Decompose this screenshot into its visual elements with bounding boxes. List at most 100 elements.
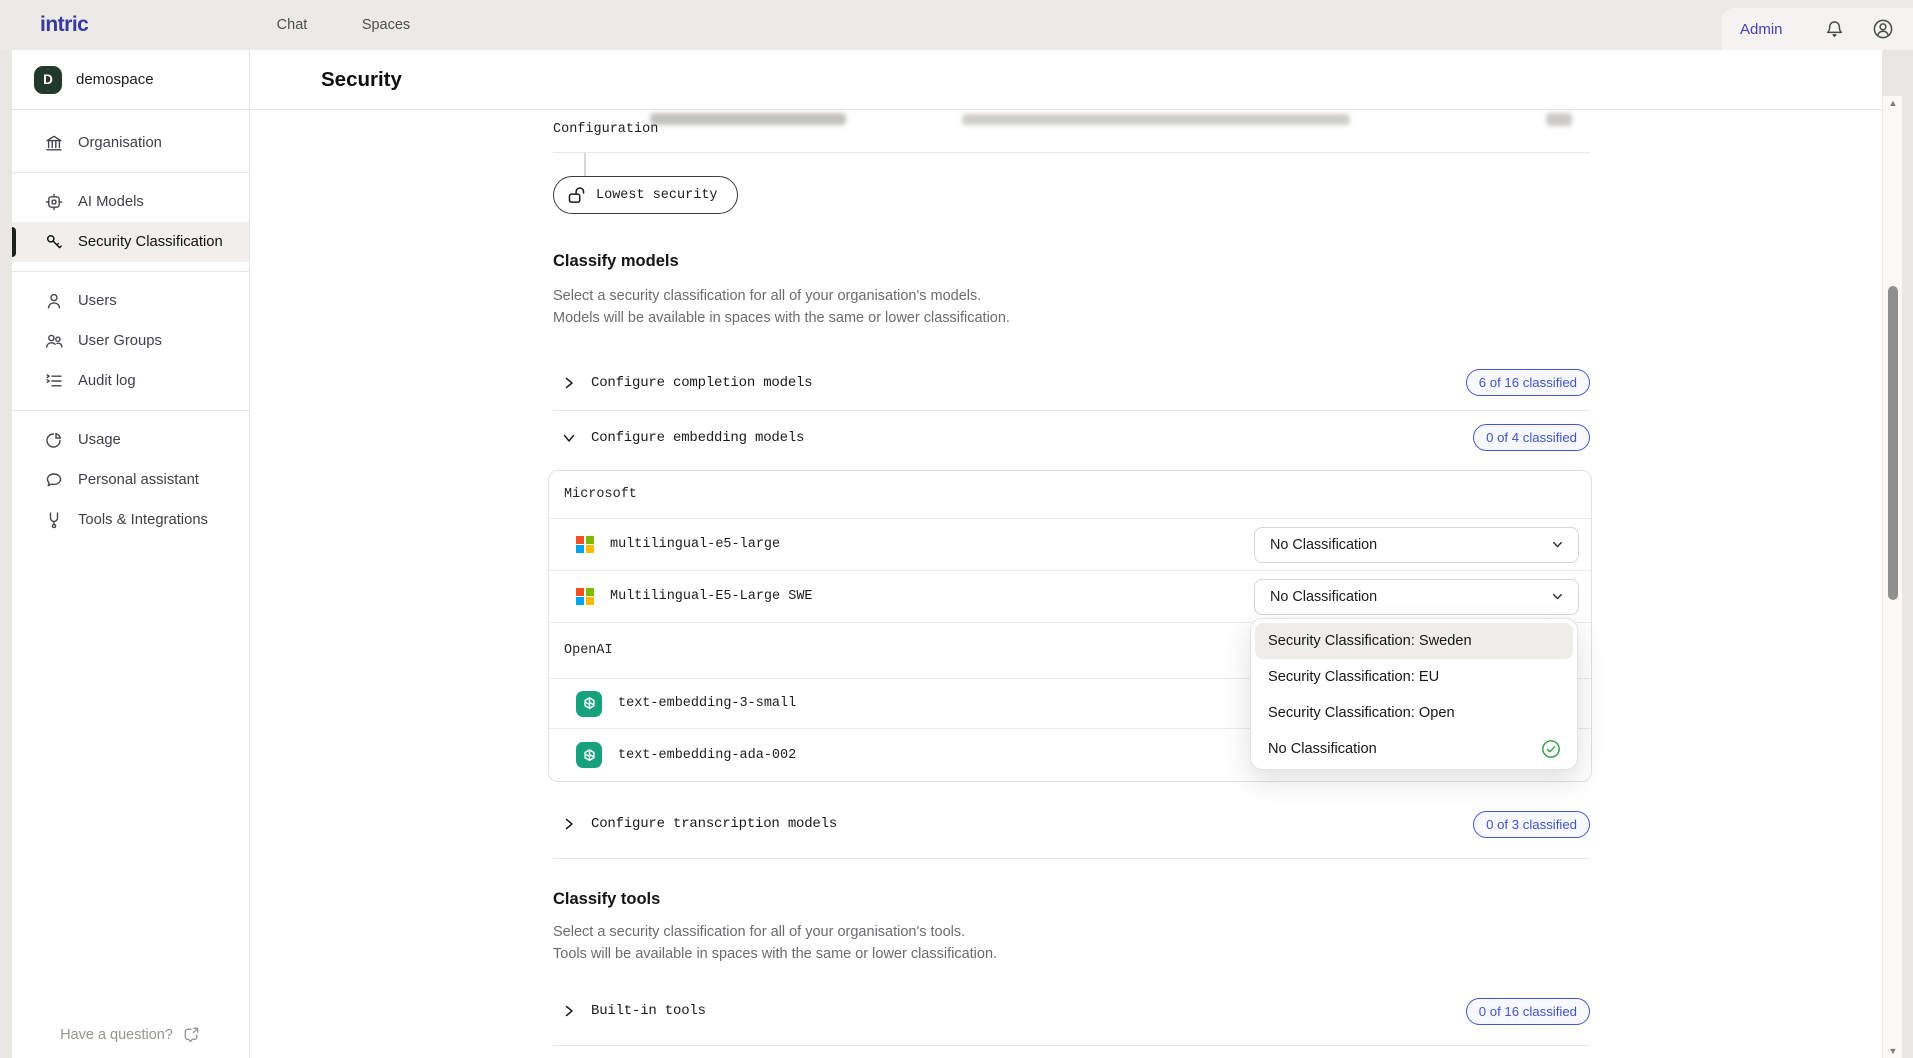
sidebar-item-usage[interactable]: Usage	[12, 420, 249, 460]
divider	[553, 1045, 1590, 1046]
classified-count-badge: 0 of 16 classified	[1466, 998, 1590, 1025]
accordion-transcription-models[interactable]: Configure transcription models 0 of 3 cl…	[553, 795, 1590, 853]
classified-count-badge: 0 of 3 classified	[1473, 811, 1590, 838]
lock-open-icon	[567, 186, 586, 205]
admin-nav-button[interactable]: Admin	[1740, 21, 1783, 38]
option-label: No Classification	[1268, 741, 1377, 757]
workspace-switcher[interactable]: D demospace	[12, 50, 249, 110]
dropdown-option-sweden[interactable]: Security Classification: Sweden	[1255, 623, 1573, 659]
intric-logo[interactable]: intric	[40, 0, 88, 50]
divider	[12, 172, 249, 173]
tab-spaces[interactable]: Spaces	[362, 0, 410, 50]
classify-tools-description-1: Select a security classification for all…	[553, 922, 997, 944]
topbar: intric Chat Spaces Admin	[0, 0, 1913, 50]
classify-models-title: Classify models	[553, 252, 679, 271]
classify-models-description-1: Select a security classification for all…	[553, 286, 1010, 308]
workspace-avatar: D	[34, 66, 62, 94]
page-title: Security	[321, 68, 402, 92]
dropdown-option-eu[interactable]: Security Classification: EU	[1255, 659, 1573, 695]
tab-chat[interactable]: Chat	[277, 0, 308, 50]
scroll-up-arrow[interactable]: ▲	[1883, 98, 1903, 108]
scrollbar-thumb[interactable]	[1888, 286, 1898, 600]
sidebar-item-label: Users	[78, 293, 117, 309]
chevron-down-icon	[1550, 537, 1565, 552]
user-group-icon	[44, 331, 64, 351]
sidebar-item-label: Audit log	[78, 373, 136, 389]
provider-header-microsoft: Microsoft	[549, 471, 1591, 519]
security-level-label: Lowest security	[596, 188, 718, 203]
sidebar-item-ai-models[interactable]: AI Models	[12, 182, 249, 222]
sidebar-nav: Organisation AI Models	[12, 110, 249, 540]
microsoft-logo-icon	[576, 536, 594, 554]
accordion-label: Built-in tools	[591, 1003, 706, 1019]
app-window: intric Chat Spaces Admin D dem	[0, 0, 1913, 1058]
option-label: Security Classification: Sweden	[1268, 633, 1472, 649]
main-content: Configuration Lowest security Classify m…	[250, 110, 1882, 1058]
bank-icon	[44, 133, 64, 153]
sidebar-item-user-groups[interactable]: User Groups	[12, 321, 249, 361]
model-name: Multilingual-E5-Large SWE	[610, 589, 813, 604]
key-icon	[44, 232, 64, 252]
classification-dropdown-menu: Security Classification: Sweden Security…	[1250, 618, 1578, 770]
sidebar-item-label: Security Classification	[78, 234, 223, 250]
provider-name: Microsoft	[549, 487, 637, 502]
provider-name: OpenAI	[549, 643, 613, 658]
option-label: Security Classification: Open	[1268, 705, 1455, 721]
model-row: Multilingual-E5-Large SWE No Classificat…	[549, 571, 1591, 623]
openai-logo-icon	[576, 691, 602, 717]
accordion-label: Configure transcription models	[591, 816, 837, 832]
scroll-down-arrow[interactable]: ▼	[1883, 1046, 1903, 1056]
vertical-scrollbar[interactable]: ▲ ▼	[1882, 96, 1902, 1058]
chip-icon	[44, 192, 64, 212]
model-name: multilingual-e5-large	[610, 537, 780, 552]
classification-select[interactable]: No Classification	[1254, 579, 1579, 615]
sidebar-item-personal-assistant[interactable]: Personal assistant	[12, 460, 249, 500]
divider	[553, 858, 1590, 859]
pie-chart-icon	[44, 430, 64, 450]
sidebar-item-label: Organisation	[78, 135, 162, 151]
sidebar-item-label: Tools & Integrations	[78, 512, 208, 528]
model-row: multilingual-e5-large No Classification	[549, 519, 1591, 571]
user-avatar-icon[interactable]	[1871, 17, 1895, 41]
dropdown-option-open[interactable]: Security Classification: Open	[1255, 695, 1573, 731]
chevron-right-icon	[561, 1003, 577, 1019]
help-link-label: Have a question?	[60, 1027, 173, 1043]
dropdown-option-no-classification[interactable]: No Classification	[1255, 731, 1573, 767]
admin-panel: Admin	[1722, 8, 1913, 50]
notification-bell-icon[interactable]	[1823, 18, 1846, 41]
divider	[12, 271, 249, 272]
sidebar-item-audit-log[interactable]: Audit log	[12, 361, 249, 401]
sidebar-item-security-classification[interactable]: Security Classification	[12, 222, 249, 262]
accordion-built-in-tools[interactable]: Built-in tools 0 of 16 classified	[553, 983, 1590, 1039]
security-level-pill[interactable]: Lowest security	[553, 176, 738, 214]
chevron-down-icon	[561, 430, 577, 446]
user-icon	[44, 291, 64, 311]
openai-logo-icon	[576, 742, 602, 768]
sidebar-item-label: Usage	[78, 432, 121, 448]
classification-select[interactable]: No Classification	[1254, 527, 1579, 563]
plug-icon	[44, 510, 64, 530]
accordion-embedding-models[interactable]: Configure embedding models 0 of 4 classi…	[553, 410, 1590, 465]
classify-tools-description-2: Tools will be available in spaces with t…	[553, 944, 997, 966]
sidebar-item-users[interactable]: Users	[12, 281, 249, 321]
sidebar-item-label: Personal assistant	[78, 472, 199, 488]
check-circle-icon	[1541, 739, 1561, 759]
classified-count-badge: 6 of 16 classified	[1466, 369, 1590, 396]
divider	[12, 410, 249, 411]
page-header: Security	[250, 50, 1882, 110]
sidebar: D demospace Organisation	[12, 50, 250, 1058]
classified-count-badge: 0 of 4 classified	[1473, 424, 1590, 451]
sidebar-item-organisation[interactable]: Organisation	[12, 123, 249, 163]
model-name: text-embedding-3-small	[618, 696, 796, 711]
connector-line	[584, 153, 586, 176]
accordion-completion-models[interactable]: Configure completion models 6 of 16 clas…	[553, 355, 1590, 410]
classify-tools-title: Classify tools	[553, 890, 660, 909]
chevron-down-icon	[1550, 589, 1565, 604]
help-link[interactable]: Have a question?	[12, 1025, 249, 1044]
configuration-label: Configuration	[553, 122, 658, 137]
external-chat-icon	[182, 1025, 201, 1044]
accordion-label: Configure completion models	[591, 375, 812, 391]
chevron-right-icon	[561, 816, 577, 832]
sidebar-item-tools-integrations[interactable]: Tools & Integrations	[12, 500, 249, 540]
divider	[553, 152, 1590, 153]
